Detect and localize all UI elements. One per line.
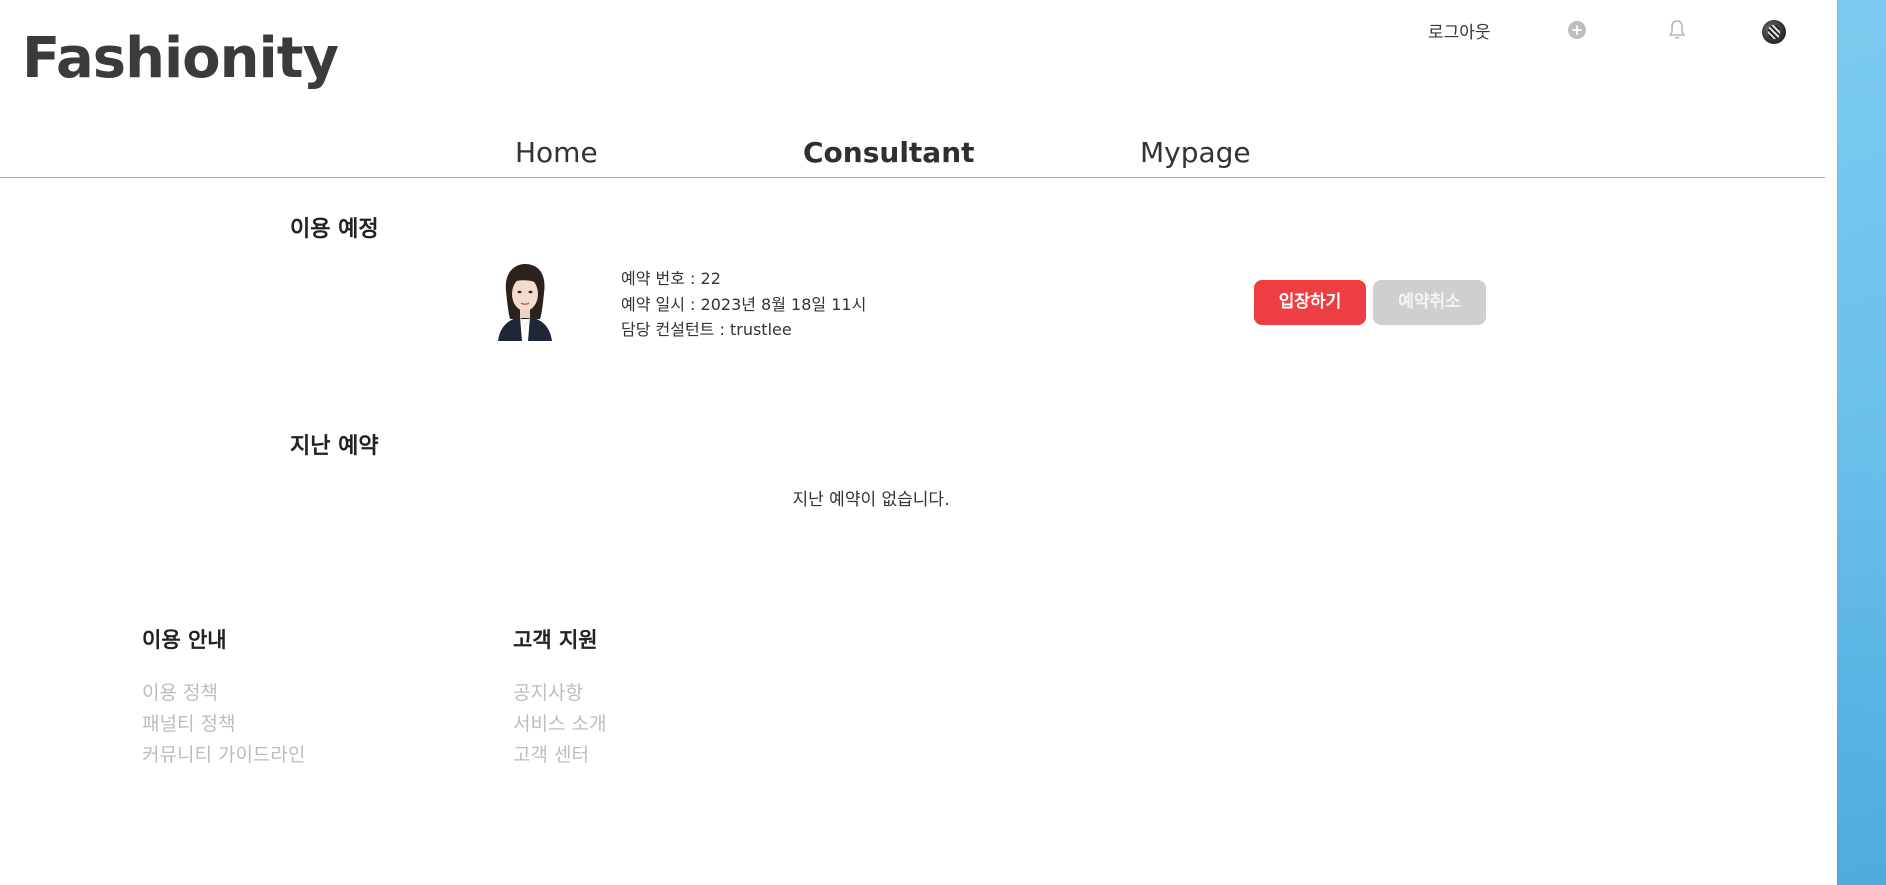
past-empty-message: 지난 예약이 없습니다. (792, 490, 950, 510)
bell-icon[interactable] (1667, 19, 1687, 41)
plus-circle-icon[interactable]: + (1568, 21, 1586, 39)
consultant-photo (496, 261, 554, 341)
logout-link[interactable]: 로그아웃 (1428, 18, 1491, 43)
page: Fashionity 로그아웃 + Home Consultant Mypage… (0, 0, 1837, 885)
enter-button[interactable]: 입장하기 (1254, 280, 1366, 325)
past-section-title: 지난 예약 (290, 434, 379, 459)
nav-mypage[interactable]: Mypage (1140, 136, 1251, 169)
header-actions: 로그아웃 + (1420, 18, 1800, 44)
reservation-consultant: 담당 컨설턴트 : trustlee (621, 320, 792, 339)
footer-link-community-guidelines[interactable]: 커뮤니티 가이드라인 (142, 740, 305, 771)
footer-link-customer-center[interactable]: 고객 센터 (513, 740, 606, 771)
user-avatar-icon[interactable] (1762, 20, 1786, 44)
footer-link-penalty-policy[interactable]: 패널티 정책 (142, 709, 305, 740)
footer-guide: 이용 안내 이용 정책 패널티 정책 커뮤니티 가이드라인 (142, 624, 305, 771)
footer-link-service-intro[interactable]: 서비스 소개 (513, 709, 606, 740)
nav-divider (0, 177, 1825, 178)
nav-home[interactable]: Home (515, 136, 598, 169)
app-logo[interactable]: Fashionity (22, 26, 339, 91)
footer-support: 고객 지원 공지사항 서비스 소개 고객 센터 (513, 624, 606, 771)
side-panel (1837, 0, 1886, 885)
nav-consultant[interactable]: Consultant (803, 136, 975, 169)
reservation-number: 예약 번호 : 22 (621, 269, 721, 288)
reservation-datetime: 예약 일시 : 2023년 8월 18일 11시 (621, 294, 867, 314)
main-nav: Home Consultant Mypage (0, 136, 1825, 178)
footer-support-title: 고객 지원 (513, 628, 598, 652)
cancel-reservation-button[interactable]: 예약취소 (1373, 280, 1486, 325)
side-panel-wave (1837, 460, 1886, 885)
footer-link-usage-policy[interactable]: 이용 정책 (142, 678, 305, 709)
footer-link-notices[interactable]: 공지사항 (513, 678, 606, 709)
upcoming-section-title: 이용 예정 (290, 217, 379, 242)
footer-guide-title: 이용 안내 (142, 628, 227, 652)
reservation-info: 예약 번호 : 22 예약 일시 : 2023년 8월 18일 11시 담당 컨… (621, 266, 866, 343)
